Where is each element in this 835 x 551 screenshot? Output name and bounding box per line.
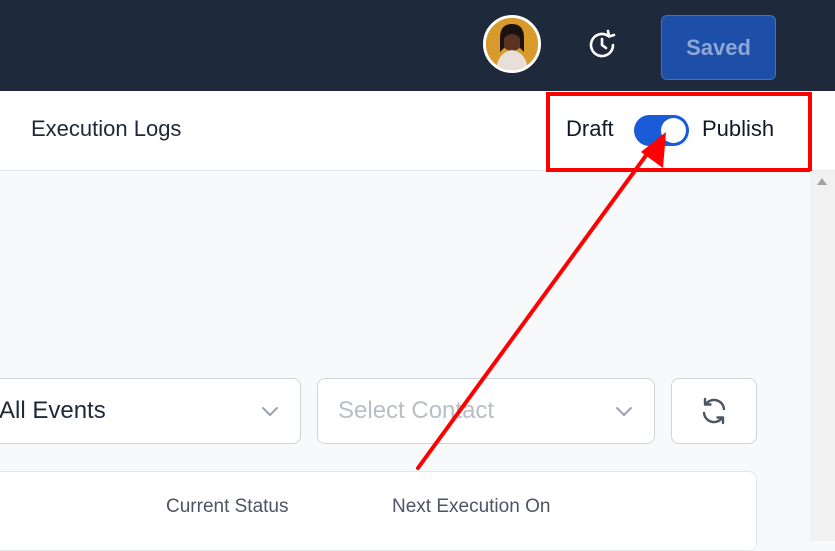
refresh-button[interactable] — [671, 378, 757, 444]
user-avatar[interactable] — [483, 15, 541, 73]
saved-button[interactable]: Saved — [661, 15, 776, 80]
events-select[interactable]: All Events — [0, 378, 301, 444]
execution-logs-table — [0, 471, 757, 551]
scroll-up-arrow-icon[interactable] — [817, 178, 827, 185]
contact-select[interactable]: Select Contact — [317, 378, 655, 444]
history-icon[interactable] — [585, 28, 619, 62]
tab-execution-logs[interactable]: Execution Logs — [31, 116, 181, 142]
highlight-box — [546, 92, 812, 172]
column-header-current-status[interactable]: Current Status — [166, 496, 289, 518]
chevron-down-icon — [262, 407, 278, 416]
refresh-icon — [702, 397, 726, 425]
column-header-next-execution-on[interactable]: Next Execution On — [392, 496, 550, 518]
chevron-down-icon — [616, 407, 632, 416]
vertical-scrollbar[interactable] — [810, 171, 835, 541]
events-select-value: All Events — [0, 397, 106, 424]
contact-select-placeholder: Select Contact — [338, 397, 495, 424]
avatar-image — [486, 18, 538, 70]
